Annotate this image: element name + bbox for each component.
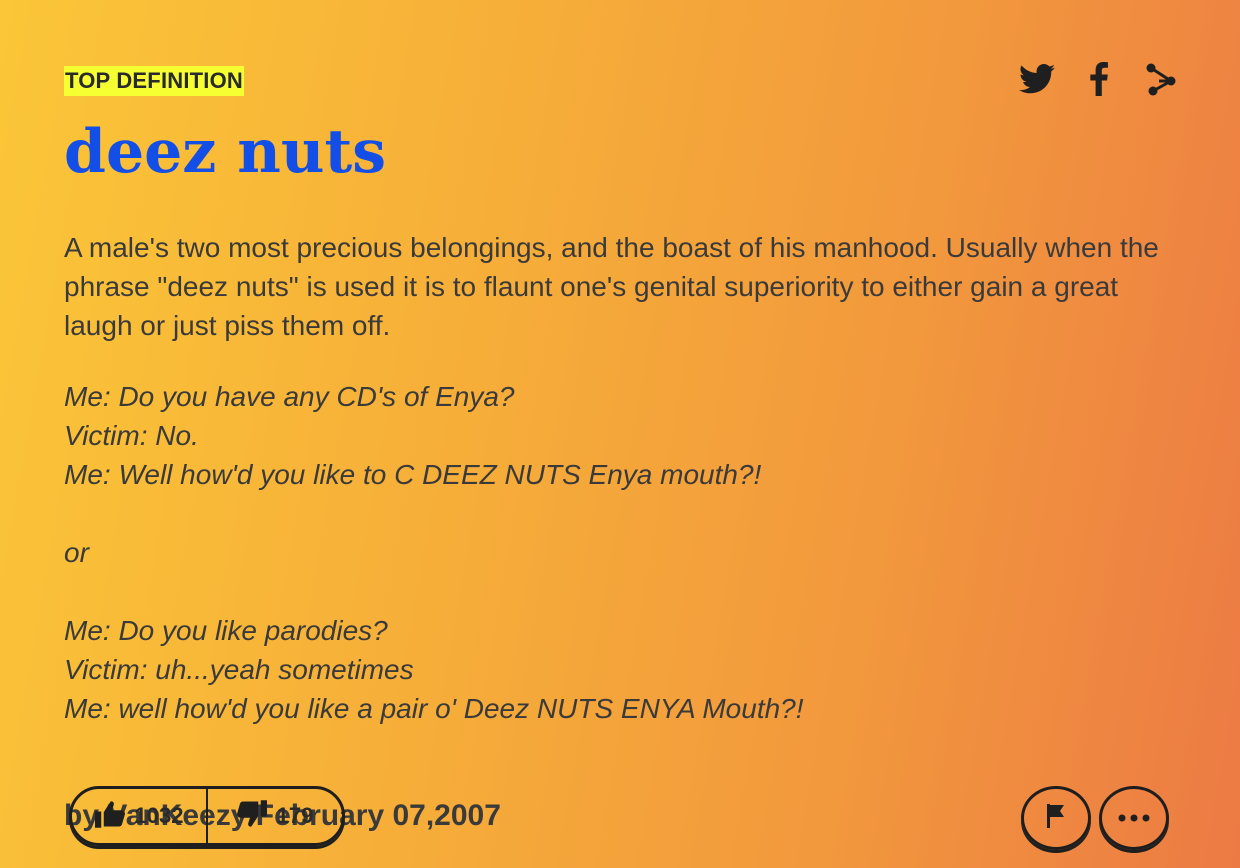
definition-example: Me: Do you have any CD's of Enya? Victim… bbox=[64, 377, 1174, 728]
flag-icon bbox=[1046, 803, 1066, 834]
example-line: Me: well how'd you like a pair o' Deez N… bbox=[64, 693, 804, 724]
vote-buttons: 1032 179 bbox=[69, 786, 345, 846]
example-line bbox=[64, 572, 1174, 611]
more-icon bbox=[1118, 809, 1150, 827]
upvote-count: 1032 bbox=[134, 803, 184, 828]
example-line: Victim: uh...yeah sometimes bbox=[64, 654, 414, 685]
facebook-icon[interactable] bbox=[1080, 58, 1118, 100]
share-bar bbox=[1018, 58, 1180, 100]
downvote-count: 179 bbox=[276, 803, 314, 828]
example-line: Me: Do you like parodies? bbox=[64, 615, 388, 646]
example-line: or bbox=[64, 537, 89, 568]
example-line: Victim: No. bbox=[64, 420, 199, 451]
upvote-button[interactable]: 1032 bbox=[72, 789, 208, 843]
downvote-button[interactable]: 179 bbox=[208, 789, 342, 843]
example-line: Me: Well how'd you like to C DEEZ NUTS E… bbox=[64, 459, 762, 490]
definition-meaning: A male's two most precious belongings, a… bbox=[64, 232, 1159, 341]
example-line: Me: Do you have any CD's of Enya? bbox=[64, 381, 515, 412]
word-title[interactable]: deez nuts bbox=[64, 112, 386, 192]
thumbs-down-icon bbox=[236, 799, 267, 833]
top-definition-badge: TOP DEFINITION bbox=[64, 66, 245, 96]
example-line bbox=[64, 494, 1174, 533]
flag-button[interactable] bbox=[1021, 786, 1091, 850]
more-options-button[interactable] bbox=[1099, 786, 1169, 850]
thumbs-up-icon bbox=[94, 800, 125, 833]
share-icon[interactable] bbox=[1142, 58, 1180, 100]
twitter-icon[interactable] bbox=[1018, 58, 1056, 100]
